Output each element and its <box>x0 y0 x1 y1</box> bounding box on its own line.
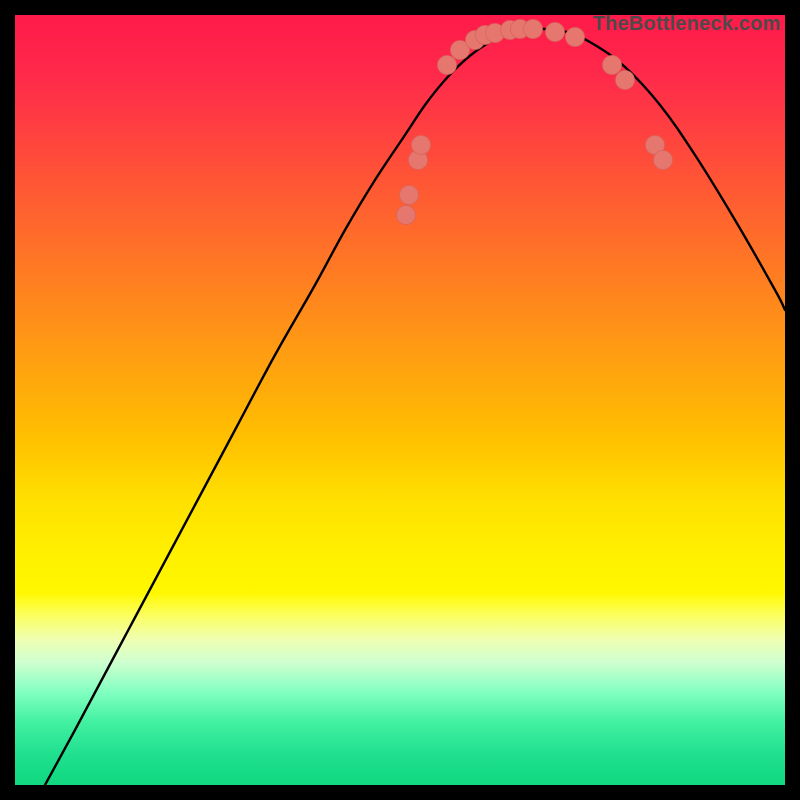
data-point <box>400 186 419 205</box>
data-point <box>603 56 622 75</box>
chart-svg <box>15 15 785 785</box>
data-point <box>566 28 585 47</box>
chart-frame: TheBottleneck.com <box>0 0 800 800</box>
data-point <box>546 23 565 42</box>
data-point <box>412 136 431 155</box>
data-points <box>397 20 673 225</box>
data-point <box>616 71 635 90</box>
data-point <box>397 206 416 225</box>
data-point <box>524 20 543 39</box>
plot-area: TheBottleneck.com <box>15 15 785 785</box>
data-point <box>654 151 673 170</box>
data-point <box>438 56 457 75</box>
